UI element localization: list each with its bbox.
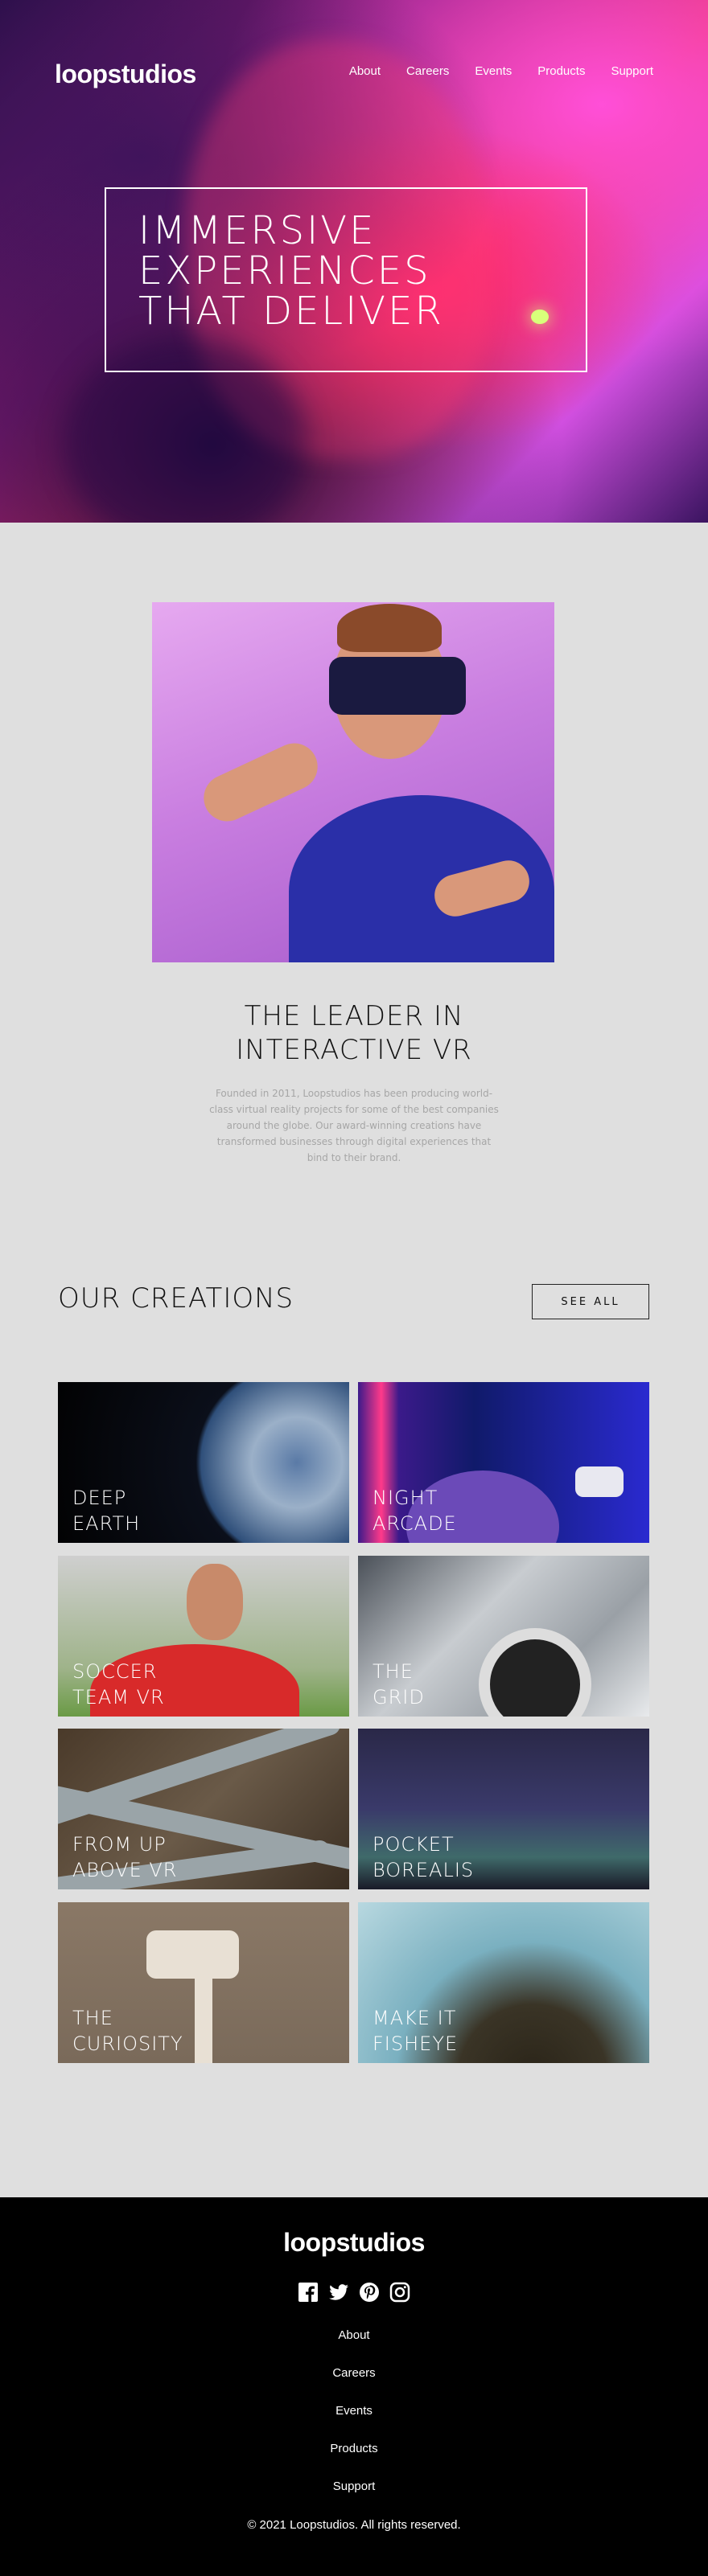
nav-events[interactable]: Events [475,64,512,78]
vr-headset-image [152,602,554,962]
hero-title-line: EXPERIENCES [138,248,431,293]
footer-nav-products[interactable]: Products [0,2442,708,2480]
intro-title-line: THE LEADER IN [244,1000,464,1032]
nav-careers[interactable]: Careers [406,64,449,78]
header-logo[interactable]: loopstudios [55,59,196,89]
footer-logo[interactable]: loopstudios [0,2228,708,2258]
creation-label: POCKET BOREALIS [373,1833,475,1881]
creation-card-the-grid[interactable]: THE GRID [358,1556,649,1717]
creation-card-make-it-fisheye[interactable]: MAKE IT FISHEYE [358,1902,649,2063]
nav-support[interactable]: Support [611,64,653,78]
hero-title-line: THAT DELIVER [138,289,444,334]
copyright: © 2021 Loopstudios. All rights reserved. [247,2518,461,2532]
hero-title-line: IMMERSIVE [138,208,377,253]
creation-image-head [187,1564,243,1640]
nav-products[interactable]: Products [537,64,585,78]
creation-card-soccer-team-vr[interactable]: SOCCER TEAM VR [58,1556,349,1717]
intro-title-line: INTERACTIVE VR [236,1034,472,1066]
header-nav: About Careers Events Products Support [349,64,653,78]
creation-image-wheel [479,1628,591,1717]
creation-image-camera [146,1930,239,1979]
creation-card-deep-earth[interactable]: DEEP EARTH [58,1382,349,1543]
creation-card-pocket-borealis[interactable]: POCKET BOREALIS [358,1729,649,1889]
creation-label: THE CURIOSITY [72,2007,183,2055]
pinterest-icon[interactable] [359,2282,380,2303]
creation-label: DEEP EARTH [72,1487,141,1535]
creation-label: FROM UP ABOVE VR [72,1833,178,1881]
hero-title: IMMERSIVE EXPERIENCES THAT DELIVER [138,211,444,331]
hero-section: loopstudios About Careers Events Product… [0,0,708,523]
image-hair [337,604,442,652]
facebook-icon[interactable] [298,2282,319,2303]
footer-nav-careers[interactable]: Careers [0,2366,708,2404]
instagram-icon[interactable] [389,2282,410,2303]
footer-nav-support[interactable]: Support [0,2480,708,2517]
see-all-button[interactable]: SEE ALL [532,1284,649,1319]
twitter-icon[interactable] [328,2282,349,2303]
creation-label: THE GRID [373,1660,425,1708]
creations-title: OUR CREATIONS [58,1282,294,1315]
creation-card-night-arcade[interactable]: NIGHT ARCADE [358,1382,649,1543]
creation-card-from-up-above-vr[interactable]: FROM UP ABOVE VR [58,1729,349,1889]
creation-label: MAKE IT FISHEYE [373,2007,459,2055]
footer-nav-events[interactable]: Events [0,2404,708,2442]
footer-nav-about[interactable]: About [0,2328,708,2366]
image-arm [196,736,326,829]
image-headset [329,657,466,715]
footer-nav: About Careers Events Products Support [0,2328,708,2517]
intro-text: Founded in 2011, Loopstudios has been pr… [209,1088,499,1163]
social-links [0,2282,708,2303]
footer: loopstudios About Careers Events Product… [0,2197,708,2576]
nav-about[interactable]: About [349,64,381,78]
creation-label: NIGHT ARCADE [373,1487,457,1535]
creation-image-cup [575,1466,624,1497]
intro-title: THE LEADER IN INTERACTIVE VR [0,999,708,1067]
creation-card-the-curiosity[interactable]: THE CURIOSITY [58,1902,349,2063]
creation-label: SOCCER TEAM VR [72,1660,165,1708]
